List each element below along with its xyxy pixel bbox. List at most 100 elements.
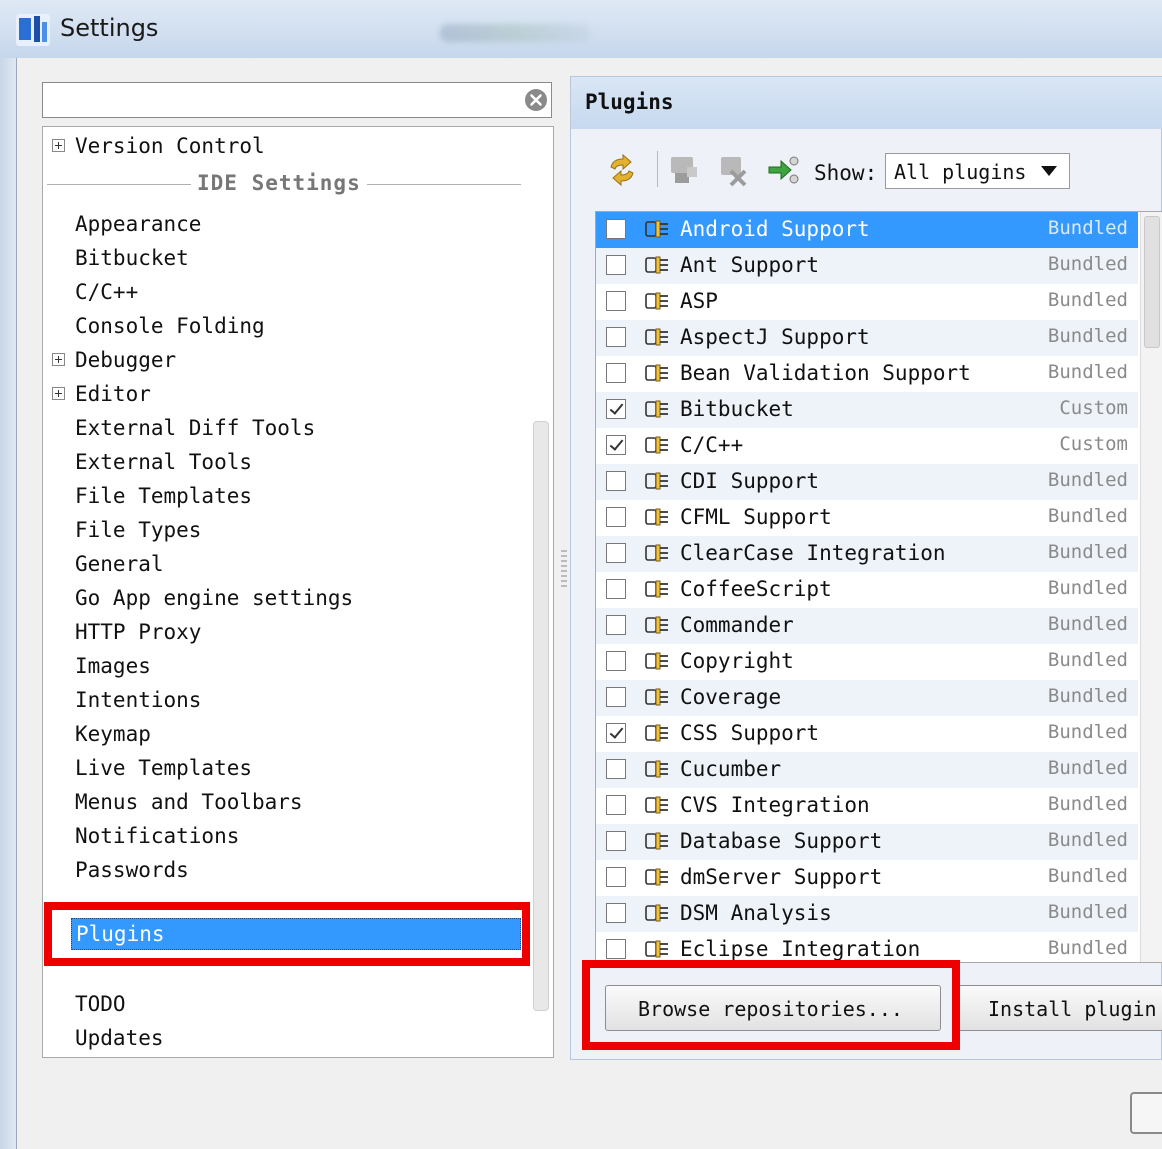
tree-item-file-types[interactable]: File Types	[75, 517, 201, 543]
settings-search-input[interactable]	[42, 82, 552, 118]
tree-item-version-control[interactable]: Version Control	[75, 133, 265, 159]
plugin-icon	[645, 580, 668, 598]
plugin-row[interactable]: Eclipse Integration Bundled	[596, 932, 1138, 962]
plugin-enabled-checkbox[interactable]	[606, 723, 626, 743]
plugin-row[interactable]: ClearCase Integration Bundled	[596, 536, 1138, 572]
plugin-enabled-checkbox[interactable]	[606, 615, 626, 635]
splitter-handle[interactable]	[561, 550, 567, 590]
tree-item-todo[interactable]: TODO	[75, 991, 126, 1017]
tree-item-general[interactable]: General	[75, 551, 164, 577]
plugin-row[interactable]: Cucumber Bundled	[596, 752, 1138, 788]
expand-editor-icon[interactable]	[52, 387, 65, 400]
plugin-enabled-checkbox[interactable]	[606, 363, 626, 383]
plugin-icon	[645, 940, 668, 958]
expand-debugger-icon[interactable]	[52, 353, 65, 366]
clear-search-icon[interactable]	[524, 88, 548, 112]
plugin-row[interactable]: Coverage Bundled	[596, 680, 1138, 716]
tree-item-updates[interactable]: Updates	[75, 1025, 164, 1051]
plugin-name: Ant Support	[680, 253, 820, 277]
tree-item-console-folding[interactable]: Console Folding	[75, 313, 265, 339]
install-plugin-from-disk-button[interactable]: Install plugin	[957, 985, 1162, 1031]
plugin-row[interactable]: CVS Integration Bundled	[596, 788, 1138, 824]
plugin-icon	[645, 760, 668, 778]
plugin-row[interactable]: dmServer Support Bundled	[596, 860, 1138, 896]
plugin-row[interactable]: CSS Support Bundled	[596, 716, 1138, 752]
plugin-name: C/C++	[680, 433, 744, 457]
plugin-row[interactable]: Bean Validation Support Bundled	[596, 356, 1138, 392]
plugin-row[interactable]: Bitbucket Custom	[596, 392, 1138, 428]
plugin-enabled-checkbox[interactable]	[606, 759, 626, 779]
plugin-icon	[645, 508, 668, 526]
plugin-row[interactable]: Android Support Bundled	[596, 212, 1138, 248]
plugin-row[interactable]: Database Support Bundled	[596, 824, 1138, 860]
plugin-enabled-checkbox[interactable]	[606, 831, 626, 851]
tree-scrollbar[interactable]	[533, 421, 549, 1011]
expand-version-control-icon[interactable]	[52, 139, 65, 152]
plugin-type: Bundled	[1047, 757, 1128, 779]
reload-plugins-icon[interactable]	[605, 153, 639, 187]
plugin-enabled-checkbox[interactable]	[606, 651, 626, 671]
tree-item-keymap[interactable]: Keymap	[75, 721, 151, 747]
plugin-row[interactable]: Commander Bundled	[596, 608, 1138, 644]
tree-item-notifications[interactable]: Notifications	[75, 823, 239, 849]
plugin-enabled-checkbox[interactable]	[606, 399, 626, 419]
plugin-row[interactable]: ASP Bundled	[596, 284, 1138, 320]
tree-item-appearance[interactable]: Appearance	[75, 211, 201, 237]
dialog-button-partial[interactable]	[1130, 1092, 1162, 1134]
plugin-row[interactable]: Copyright Bundled	[596, 644, 1138, 680]
update-plugins-icon[interactable]	[767, 153, 801, 187]
plugin-enabled-checkbox[interactable]	[606, 867, 626, 887]
tree-item-intentions[interactable]: Intentions	[75, 687, 201, 713]
tree-item-debugger[interactable]: Debugger	[75, 347, 176, 373]
plugin-row[interactable]: CDI Support Bundled	[596, 464, 1138, 500]
disable-plugin-icon[interactable]	[667, 153, 701, 187]
tree-item-external-diff-tools[interactable]: External Diff Tools	[75, 415, 315, 441]
tree-item-menus-and-toolbars[interactable]: Menus and Toolbars	[75, 789, 303, 815]
plugin-enabled-checkbox[interactable]	[606, 291, 626, 311]
plugin-type: Bundled	[1047, 217, 1128, 239]
plugin-enabled-checkbox[interactable]	[606, 939, 626, 959]
tree-item-passwords[interactable]: Passwords	[75, 857, 189, 883]
tree-item-live-templates[interactable]: Live Templates	[75, 755, 252, 781]
plugin-row[interactable]: CFML Support Bundled	[596, 500, 1138, 536]
plugin-enabled-checkbox[interactable]	[606, 579, 626, 599]
plugin-row[interactable]: DSM Analysis Bundled	[596, 896, 1138, 932]
plugin-icon	[645, 616, 668, 634]
plugin-type: Bundled	[1047, 361, 1128, 383]
plugin-row[interactable]: CoffeeScript Bundled	[596, 572, 1138, 608]
tree-item-external-tools[interactable]: External Tools	[75, 449, 252, 475]
tree-item-file-templates[interactable]: File Templates	[75, 483, 252, 509]
scrollbar-thumb[interactable]	[1144, 216, 1160, 348]
plugin-icon	[645, 724, 668, 742]
plugin-enabled-checkbox[interactable]	[606, 507, 626, 527]
highlight-box-plugins	[44, 902, 530, 966]
tree-item-bitbucket[interactable]: Bitbucket	[75, 245, 189, 271]
plugin-icon	[645, 364, 668, 382]
plugin-enabled-checkbox[interactable]	[606, 903, 626, 923]
plugin-row[interactable]: Ant Support Bundled	[596, 248, 1138, 284]
plugin-enabled-checkbox[interactable]	[606, 795, 626, 815]
uninstall-plugin-icon[interactable]	[717, 153, 751, 187]
plugin-row[interactable]: C/C++ Custom	[596, 428, 1138, 464]
tree-item-images[interactable]: Images	[75, 653, 151, 679]
plugin-enabled-checkbox[interactable]	[606, 687, 626, 707]
plugin-enabled-checkbox[interactable]	[606, 435, 626, 455]
plugin-type: Bundled	[1047, 253, 1128, 275]
tree-item-http-proxy[interactable]: HTTP Proxy	[75, 619, 201, 645]
show-filter-dropdown[interactable]: All plugins	[885, 153, 1070, 189]
tree-item-c-c[interactable]: C/C++	[75, 279, 138, 305]
plugin-type: Bundled	[1047, 325, 1128, 347]
plugin-name: Bitbucket	[680, 397, 794, 421]
tree-item-editor[interactable]: Editor	[75, 381, 151, 407]
plugin-icon	[645, 832, 668, 850]
plugin-enabled-checkbox[interactable]	[606, 219, 626, 239]
plugin-icon	[645, 328, 668, 346]
plugin-enabled-checkbox[interactable]	[606, 255, 626, 275]
plugin-row[interactable]: AspectJ Support Bundled	[596, 320, 1138, 356]
plugin-enabled-checkbox[interactable]	[606, 327, 626, 347]
plugin-enabled-checkbox[interactable]	[606, 471, 626, 491]
plugin-enabled-checkbox[interactable]	[606, 543, 626, 563]
tree-item-go-app-engine-settings[interactable]: Go App engine settings	[75, 585, 353, 611]
plugin-icon	[645, 472, 668, 490]
plugin-list-scrollbar[interactable]	[1140, 212, 1162, 962]
